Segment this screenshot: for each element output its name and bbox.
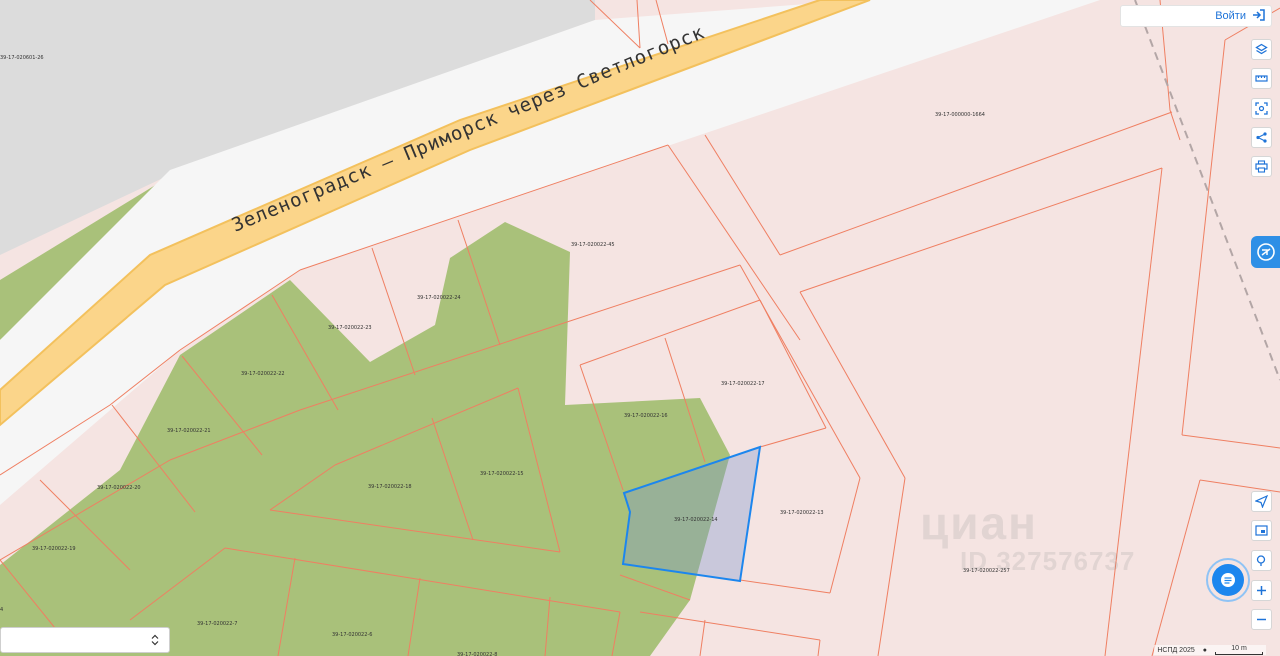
- screenshot-button[interactable]: [1251, 98, 1272, 119]
- side-panel-tab[interactable]: [1251, 236, 1280, 268]
- geo-search-icon: [1256, 555, 1266, 566]
- parcel-label: 39-17-020022-19: [32, 546, 76, 552]
- parcel-label: 39-17-020022-17: [721, 381, 765, 387]
- parcel-label: 39-17-020022-6: [332, 632, 372, 638]
- chevron-updown-icon: [151, 634, 159, 646]
- parcel-label: 39-17-020022-7: [197, 621, 237, 627]
- parcel-label: 39-17-020022-21: [167, 428, 211, 434]
- parcel-label: 39-17-000000-1664: [935, 112, 985, 118]
- geo-search-button[interactable]: [1251, 550, 1272, 571]
- minimap-button[interactable]: [1251, 520, 1272, 541]
- zoom-out-button[interactable]: [1251, 609, 1272, 630]
- parcel-label: 39-17-020022-15: [480, 471, 524, 477]
- parcel-label: 4: [0, 607, 3, 613]
- layers-icon: [1255, 43, 1268, 55]
- screenshot-icon: [1255, 102, 1268, 115]
- login-button[interactable]: Войти: [1120, 5, 1272, 27]
- map-panel-icon: [1256, 243, 1275, 261]
- zoom-in-icon: [1257, 586, 1266, 595]
- parcel-label: 39-17-020022-20: [97, 485, 141, 491]
- parcel-label: 39-17-020022-24: [417, 295, 461, 301]
- parcel-label: 39-17-020022-16: [624, 413, 668, 419]
- locate-icon: [1255, 495, 1268, 508]
- login-label: Войти: [1215, 10, 1246, 22]
- share-button[interactable]: [1251, 127, 1272, 148]
- parcel-label: 39-17-020022-13: [780, 510, 824, 516]
- minimap-icon: [1255, 525, 1268, 536]
- parcel-label: 39-17-020022-45: [571, 242, 615, 248]
- parcel-label: 39-17-020601-26: [0, 55, 44, 61]
- parcel-label: 39-17-020022-8: [457, 652, 497, 656]
- ruler-button[interactable]: [1251, 68, 1272, 89]
- zoom-in-button[interactable]: [1251, 580, 1272, 601]
- parcel-label: 39-17-020022-23: [328, 325, 372, 331]
- basemap-selector[interactable]: [0, 627, 170, 653]
- locate-button[interactable]: [1251, 491, 1272, 512]
- scale-label: 10 m: [1231, 645, 1247, 652]
- parcel-label: 39-17-020022-22: [241, 371, 285, 377]
- share-icon: [1256, 132, 1267, 143]
- attribution-text: НСПД 2025: [1157, 646, 1195, 654]
- login-icon: [1252, 8, 1265, 24]
- info-icon: ●: [1202, 646, 1207, 654]
- print-icon: [1255, 160, 1268, 173]
- scale-bar: 10 m: [1215, 645, 1263, 655]
- parcel-label: 39-17-020022-18: [368, 484, 412, 490]
- parcel-label: 39-17-020022-14: [674, 517, 718, 523]
- zoom-out-icon: [1257, 618, 1266, 621]
- chat-ring: [1206, 558, 1250, 602]
- map-footer: НСПД 2025 ● 10 m: [1154, 645, 1266, 655]
- cian-watermark: циан ID 327576737: [920, 500, 1135, 577]
- ruler-icon: [1255, 75, 1268, 82]
- watermark-id: ID 327576737: [960, 546, 1136, 576]
- watermark-brand: циан: [920, 497, 1038, 549]
- layers-button[interactable]: [1251, 39, 1272, 60]
- print-button[interactable]: [1251, 156, 1272, 177]
- chat-button[interactable]: [1206, 558, 1250, 602]
